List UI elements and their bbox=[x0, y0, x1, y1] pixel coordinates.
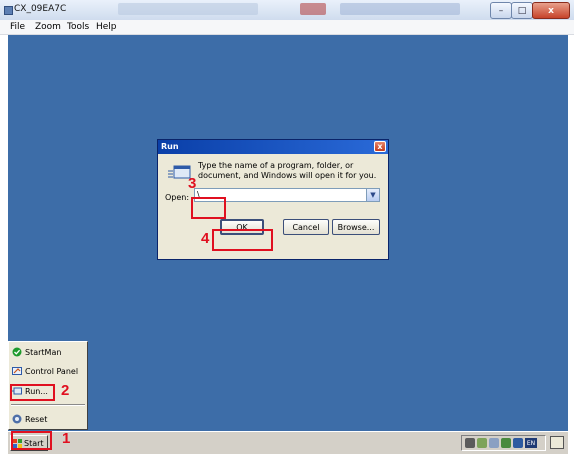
start-menu-item-label: StartMan bbox=[25, 347, 62, 357]
open-label: Open: bbox=[165, 193, 190, 202]
maximize-button[interactable]: □ bbox=[511, 2, 533, 19]
app-icon bbox=[4, 6, 13, 15]
remote-desktop[interactable]: Run x Type the name of a program, folder… bbox=[8, 35, 568, 454]
tray-service-icon[interactable] bbox=[501, 438, 511, 448]
run-dialog-close-button[interactable]: x bbox=[374, 141, 386, 152]
start-menu-divider bbox=[11, 404, 85, 406]
start-menu-item-label: Control Panel bbox=[25, 366, 79, 376]
start-menu-item-control-panel[interactable]: Control Panel bbox=[12, 364, 78, 378]
start-menu-item-label: Reset bbox=[25, 414, 48, 424]
keyboard-icon[interactable] bbox=[550, 436, 564, 449]
taskbar: Start EN bbox=[8, 431, 568, 454]
step-number-1: 1 bbox=[62, 430, 71, 447]
cancel-button[interactable]: Cancel bbox=[283, 219, 329, 235]
start-menu-item-reset[interactable]: Reset bbox=[12, 412, 47, 426]
check-icon bbox=[12, 347, 22, 357]
close-button[interactable]: x bbox=[532, 2, 570, 19]
system-tray: EN bbox=[461, 435, 546, 451]
menu-file[interactable]: File bbox=[10, 22, 25, 32]
safely-remove-icon[interactable] bbox=[477, 438, 487, 448]
blurred-title-area bbox=[118, 3, 258, 15]
blurred-red-block bbox=[300, 3, 326, 15]
highlight-box-open-input bbox=[191, 197, 226, 219]
minimize-button[interactable]: – bbox=[490, 2, 512, 19]
tray-app-icon[interactable] bbox=[489, 438, 499, 448]
reset-icon bbox=[12, 414, 22, 424]
step-number-2: 2 bbox=[61, 382, 70, 399]
chevron-down-icon[interactable]: ▼ bbox=[366, 189, 379, 201]
network-icon[interactable] bbox=[465, 438, 475, 448]
run-dialog-message: Type the name of a program, folder, or d… bbox=[198, 161, 377, 180]
run-dialog-titlebar: Run x bbox=[158, 140, 388, 154]
menu-tools[interactable]: Tools bbox=[67, 22, 89, 32]
start-menu-item-startman[interactable]: StartMan bbox=[12, 345, 61, 359]
highlight-box-ok bbox=[212, 229, 273, 251]
step-number-4: 4 bbox=[201, 230, 210, 247]
tray-status-icon[interactable] bbox=[513, 438, 523, 448]
step-number-3: 3 bbox=[188, 175, 197, 192]
menu-help[interactable]: Help bbox=[96, 22, 117, 32]
menu-zoom[interactable]: Zoom bbox=[35, 22, 61, 32]
run-dialog-title: Run bbox=[161, 142, 179, 151]
blurred-blue-block bbox=[340, 3, 460, 15]
highlight-box-run bbox=[10, 384, 55, 401]
menubar: File Zoom Tools Help bbox=[0, 20, 574, 35]
language-indicator[interactable]: EN bbox=[525, 438, 537, 448]
highlight-box-start bbox=[11, 431, 52, 450]
control-panel-icon bbox=[12, 367, 22, 375]
host-titlebar: CX_09EA7C – □ x bbox=[0, 0, 574, 21]
host-window-title: CX_09EA7C bbox=[14, 4, 67, 14]
browse-button[interactable]: Browse... bbox=[332, 219, 380, 235]
